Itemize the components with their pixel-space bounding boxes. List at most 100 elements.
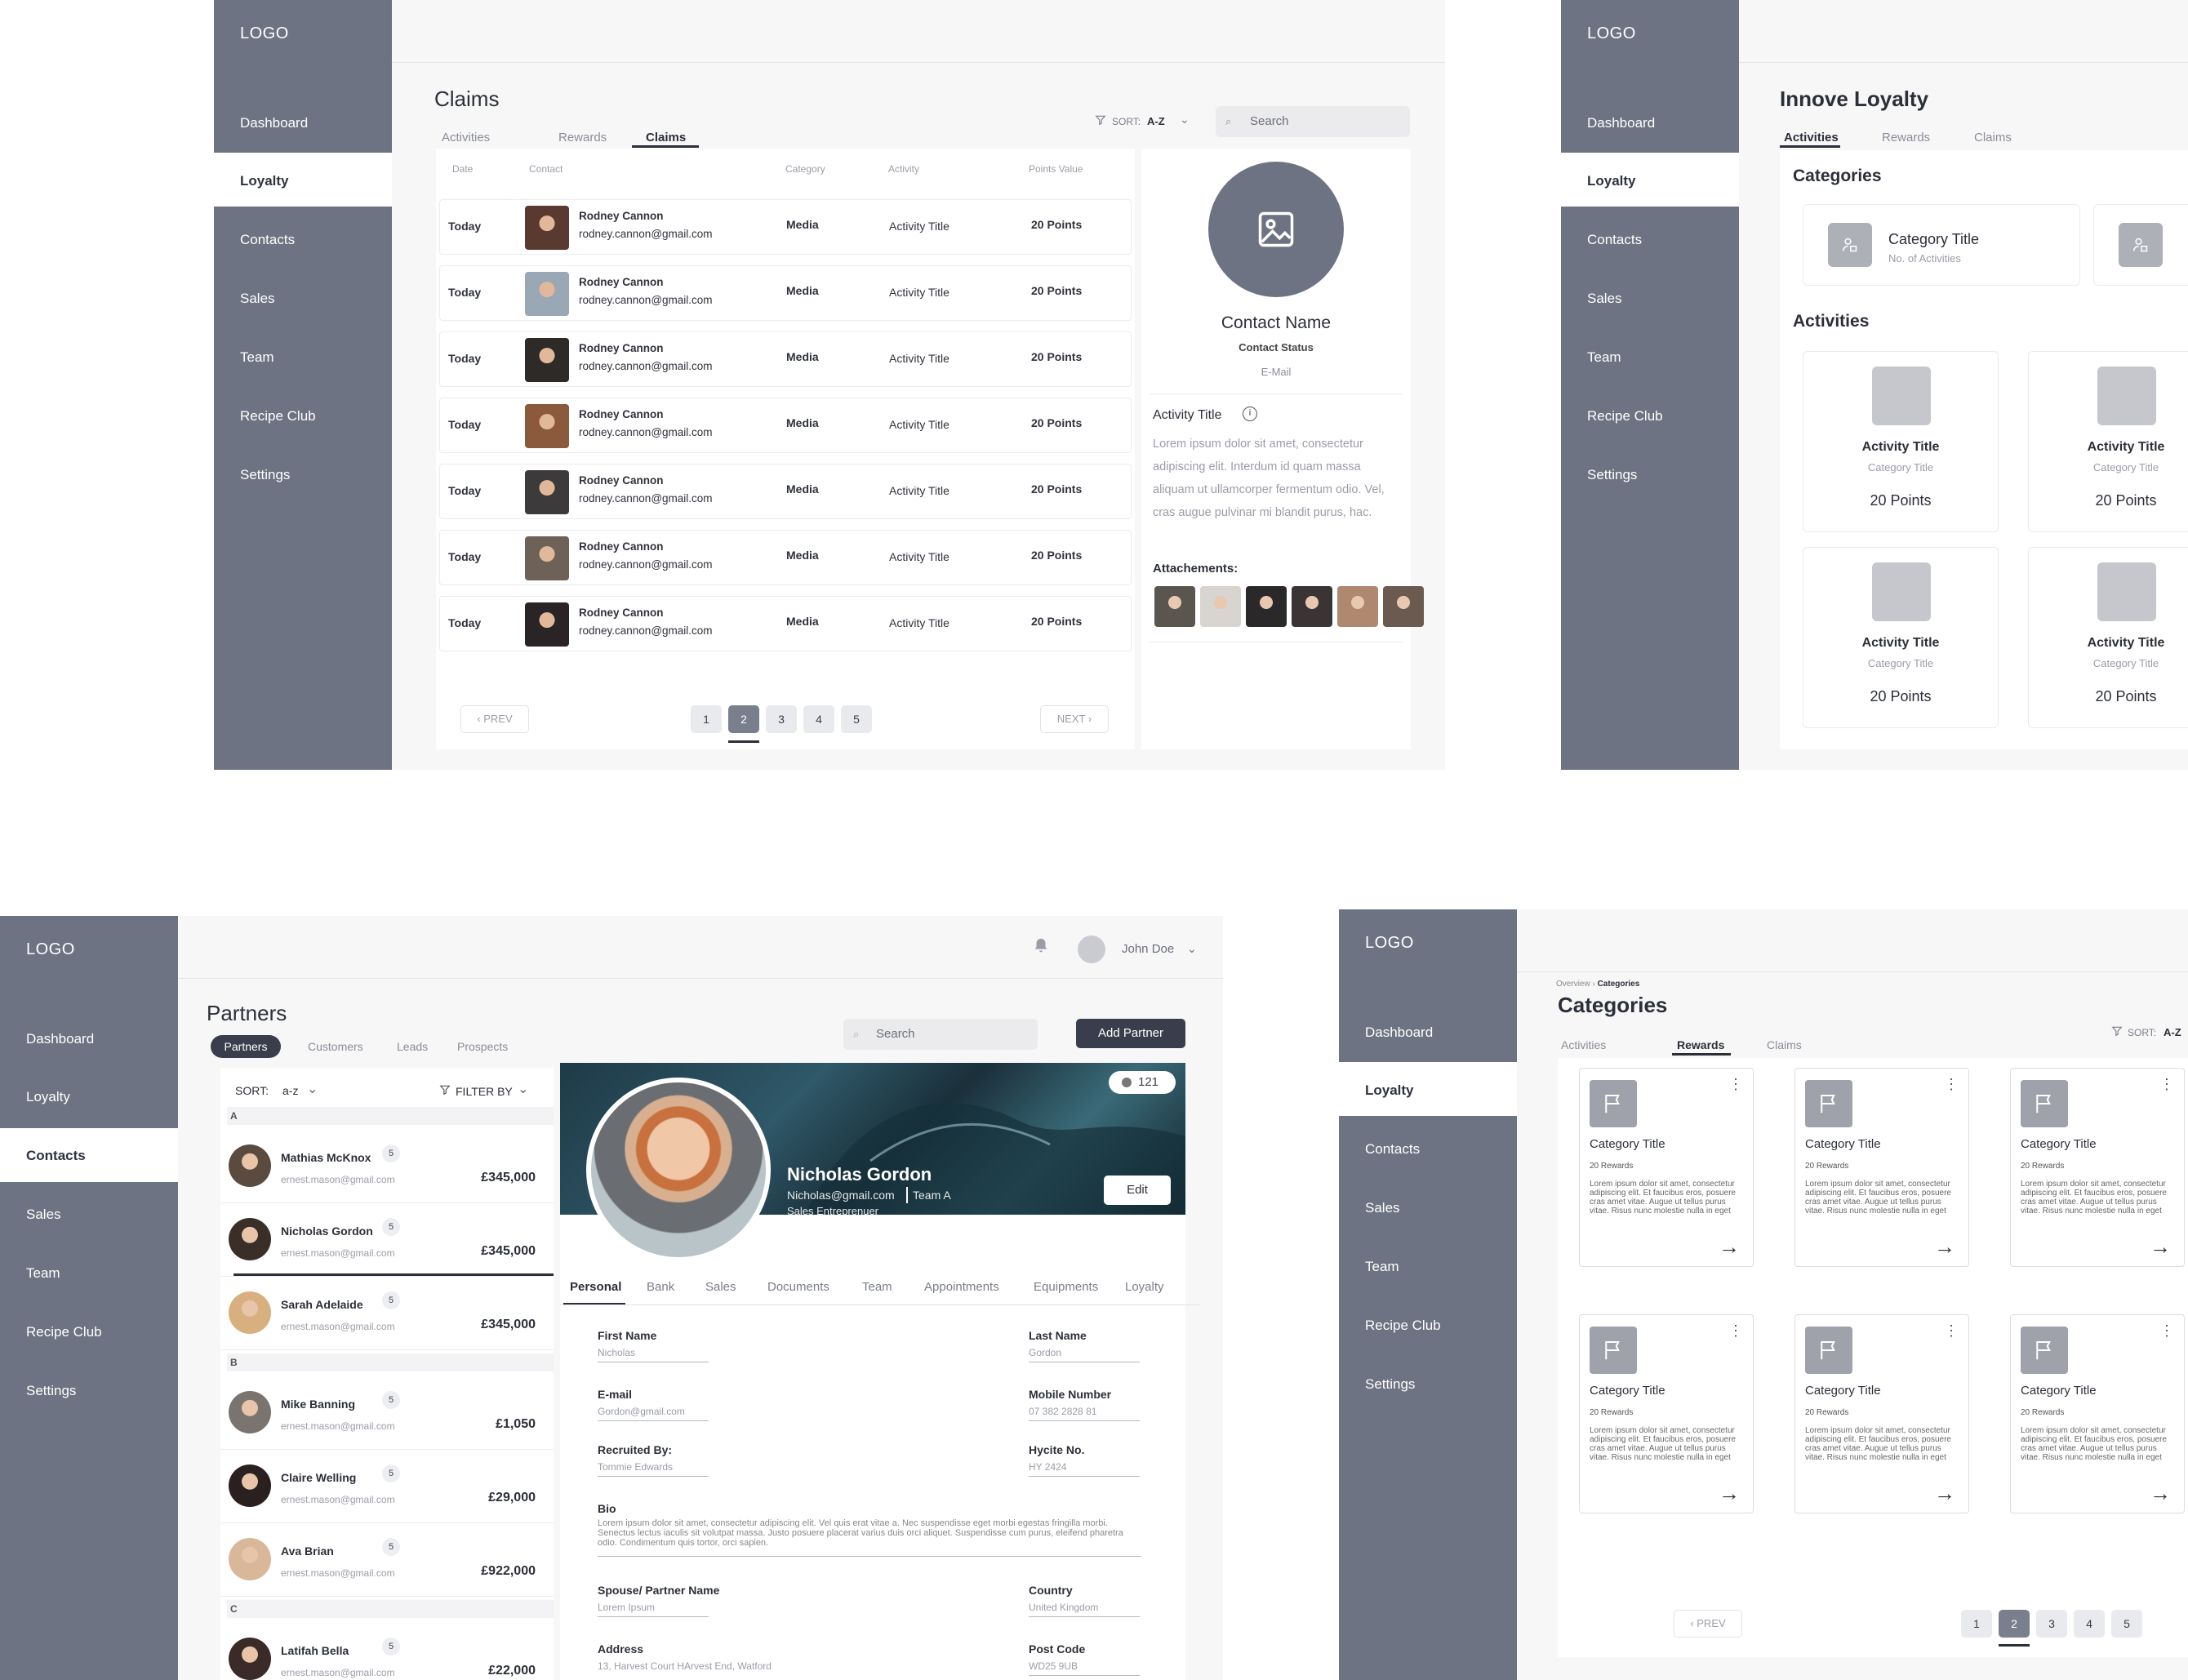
partner-row[interactable]: Claire Welling 5 ernest.mason@gmail.com £29… bbox=[220, 1450, 554, 1523]
claim-row[interactable]: Today Rodney Cannon rodney.cannon@gmail.co… bbox=[439, 398, 1132, 453]
nav-dashboard[interactable]: Dashboard bbox=[1587, 115, 1655, 131]
nav-dashboard[interactable]: Dashboard bbox=[240, 115, 308, 131]
tab-prospects[interactable]: Prospects bbox=[457, 1040, 508, 1053]
nav-recipe-club[interactable]: Recipe Club bbox=[240, 408, 316, 424]
profile-tab-bank[interactable]: Bank bbox=[647, 1280, 674, 1294]
category-card[interactable] bbox=[2093, 204, 2188, 286]
tab-rewards[interactable]: Rewards bbox=[558, 131, 607, 144]
nav-settings[interactable]: Settings bbox=[1587, 467, 1637, 483]
nav-dashboard[interactable]: Dashboard bbox=[26, 1031, 94, 1047]
nav-loyalty[interactable]: Loyalty bbox=[240, 173, 289, 189]
reward-category-card[interactable]: ⋮ Category Title 20 Rewards Lorem ipsum dol… bbox=[2010, 1314, 2185, 1513]
nav-loyalty[interactable]: Loyalty bbox=[1365, 1082, 1414, 1099]
nav-recipe-club[interactable]: Recipe Club bbox=[1587, 408, 1663, 424]
more-icon[interactable]: ⋮ bbox=[1944, 1077, 1959, 1091]
tab-leads[interactable]: Leads bbox=[397, 1040, 428, 1053]
filter-icon[interactable] bbox=[2111, 1025, 2123, 1037]
more-icon[interactable]: ⋮ bbox=[1944, 1323, 1959, 1338]
page-1[interactable]: 1 bbox=[1961, 1610, 1992, 1638]
filter-label[interactable]: FILTER BY bbox=[456, 1085, 513, 1098]
nav-recipe-club[interactable]: Recipe Club bbox=[1365, 1318, 1441, 1334]
page-5[interactable]: 5 bbox=[2111, 1610, 2142, 1638]
category-card[interactable]: Category Title No. of Activities bbox=[1803, 204, 2080, 286]
activity-card[interactable]: Activity Title Category Title 20 Points bbox=[1803, 547, 1999, 728]
profile-tab-equipments[interactable]: Equipments bbox=[1034, 1280, 1098, 1294]
profile-tab-appointments[interactable]: Appointments bbox=[924, 1280, 999, 1294]
search-input[interactable]: ⌕ Search bbox=[843, 1019, 1038, 1050]
page-3[interactable]: 3 bbox=[2036, 1610, 2067, 1638]
reward-category-card[interactable]: ⋮ Category Title 20 Rewards Lorem ipsum dol… bbox=[1794, 1314, 1969, 1513]
arrow-right-icon[interactable]: → bbox=[1934, 1481, 1955, 1506]
reward-category-card[interactable]: ⋮ Category Title 20 Rewards Lorem ipsum dol… bbox=[1579, 1314, 1754, 1513]
mobile-field[interactable]: 07 382 2828 81 bbox=[1029, 1406, 1140, 1421]
edit-button[interactable]: Edit bbox=[1104, 1176, 1171, 1205]
attachment-thumbnail[interactable] bbox=[1154, 586, 1195, 627]
chevron-down-icon[interactable]: ⌄ bbox=[1187, 942, 1197, 956]
page-4[interactable]: 4 bbox=[803, 705, 834, 733]
claim-row[interactable]: Today Rodney Cannon rodney.cannon@gmail.co… bbox=[439, 530, 1132, 585]
arrow-right-icon[interactable]: → bbox=[2150, 1481, 2171, 1506]
tab-rewards[interactable]: Rewards bbox=[1677, 1038, 1724, 1051]
partner-row[interactable]: Ava Brian 5 ernest.mason@gmail.com £922,000 bbox=[220, 1523, 554, 1597]
first-name-field[interactable]: Nicholas bbox=[598, 1347, 709, 1362]
profile-tab-personal[interactable]: Personal bbox=[570, 1280, 621, 1294]
chevron-down-icon[interactable]: ⌄ bbox=[518, 1081, 528, 1097]
last-name-field[interactable]: Gordon bbox=[1029, 1347, 1140, 1362]
email-field[interactable]: Gordon@gmail.com bbox=[598, 1406, 709, 1421]
sort-value[interactable]: A-Z bbox=[2164, 1026, 2181, 1038]
reward-category-card[interactable]: ⋮ Category Title 20 Rewards Lorem ipsum dol… bbox=[1794, 1068, 1969, 1267]
tab-activities[interactable]: Activities bbox=[442, 131, 490, 144]
page-3[interactable]: 3 bbox=[766, 705, 797, 733]
avatar[interactable] bbox=[1078, 936, 1105, 963]
nav-sales[interactable]: Sales bbox=[240, 291, 275, 307]
partner-row[interactable]: Sarah Adelaide 5 ernest.mason@gmail.com £34… bbox=[220, 1277, 554, 1350]
breadcrumb-root[interactable]: Overview bbox=[1556, 980, 1590, 989]
country-field[interactable]: United Kingdom bbox=[1029, 1602, 1140, 1617]
recruited-field[interactable]: Tommie Edwards bbox=[598, 1461, 709, 1477]
nav-contacts[interactable]: Contacts bbox=[1587, 232, 1642, 248]
user-name[interactable]: John Doe bbox=[1122, 942, 1174, 956]
add-partner-button[interactable]: Add Partner bbox=[1076, 1019, 1185, 1048]
tab-claims[interactable]: Claims bbox=[1974, 131, 2012, 144]
nav-loyalty[interactable]: Loyalty bbox=[1587, 173, 1636, 189]
attachment-thumbnail[interactable] bbox=[1337, 586, 1378, 627]
nav-contacts[interactable]: Contacts bbox=[1365, 1141, 1420, 1158]
arrow-right-icon[interactable]: → bbox=[2150, 1234, 2171, 1260]
nav-contacts[interactable]: Contacts bbox=[26, 1148, 86, 1164]
partner-row[interactable]: Mathias McKnox 5 ernest.mason@gmail.com £34… bbox=[220, 1130, 554, 1203]
prev-button[interactable]: ‹ PREV bbox=[1674, 1610, 1742, 1638]
attachment-thumbnail[interactable] bbox=[1246, 586, 1287, 627]
search-input[interactable]: ⌕ Search bbox=[1216, 106, 1410, 137]
tab-rewards[interactable]: Rewards bbox=[1882, 131, 1930, 144]
partner-row[interactable]: Nicholas Gordon 5 ernest.mason@gmail.com £3… bbox=[220, 1203, 554, 1277]
page-5[interactable]: 5 bbox=[841, 705, 872, 733]
profile-tab-sales[interactable]: Sales bbox=[705, 1280, 736, 1294]
next-button[interactable]: NEXT › bbox=[1040, 705, 1109, 733]
activity-card[interactable]: Activity Title Category Title 20 Points bbox=[1803, 351, 1999, 532]
tab-claims[interactable]: Claims bbox=[1767, 1038, 1802, 1051]
chevron-down-icon[interactable]: ⌄ bbox=[1180, 113, 1190, 127]
attachment-thumbnail[interactable] bbox=[1383, 586, 1424, 627]
page-2[interactable]: 2 bbox=[1999, 1610, 2030, 1638]
nav-settings[interactable]: Settings bbox=[240, 467, 290, 483]
partner-row[interactable]: Latifah Bella 5 ernest.mason@gmail.com £22,… bbox=[220, 1623, 554, 1680]
nav-sales[interactable]: Sales bbox=[1587, 291, 1622, 307]
claim-row[interactable]: Today Rodney Cannon rodney.cannon@gmail.co… bbox=[439, 331, 1132, 387]
arrow-right-icon[interactable]: → bbox=[1719, 1481, 1740, 1506]
nav-team[interactable]: Team bbox=[1365, 1259, 1399, 1275]
claim-row[interactable]: Today Rodney Cannon rodney.cannon@gmail.co… bbox=[439, 265, 1132, 321]
address-field[interactable]: 13, Harvest Court HArvest End, Watford bbox=[598, 1660, 810, 1675]
activity-card[interactable]: Activity Title Category Title 20 Points bbox=[2028, 547, 2188, 728]
profile-tab-documents[interactable]: Documents bbox=[767, 1280, 829, 1294]
tab-activities[interactable]: Activities bbox=[1784, 131, 1839, 144]
more-icon[interactable]: ⋮ bbox=[2159, 1323, 2174, 1338]
tab-partners[interactable]: Partners bbox=[211, 1035, 281, 1058]
nav-loyalty[interactable]: Loyalty bbox=[26, 1089, 70, 1105]
claim-row[interactable]: Today Rodney Cannon rodney.cannon@gmail.co… bbox=[439, 596, 1132, 651]
chevron-down-icon[interactable]: ⌄ bbox=[307, 1081, 318, 1097]
tab-customers[interactable]: Customers bbox=[308, 1040, 363, 1053]
claim-row[interactable]: Today Rodney Cannon rodney.cannon@gmail.co… bbox=[439, 199, 1132, 255]
spouse-field[interactable]: Lorem Ipsum bbox=[598, 1602, 709, 1617]
partner-row[interactable]: Mike Banning 5 ernest.mason@gmail.com £1,05… bbox=[220, 1376, 554, 1450]
filter-icon[interactable] bbox=[439, 1084, 451, 1096]
